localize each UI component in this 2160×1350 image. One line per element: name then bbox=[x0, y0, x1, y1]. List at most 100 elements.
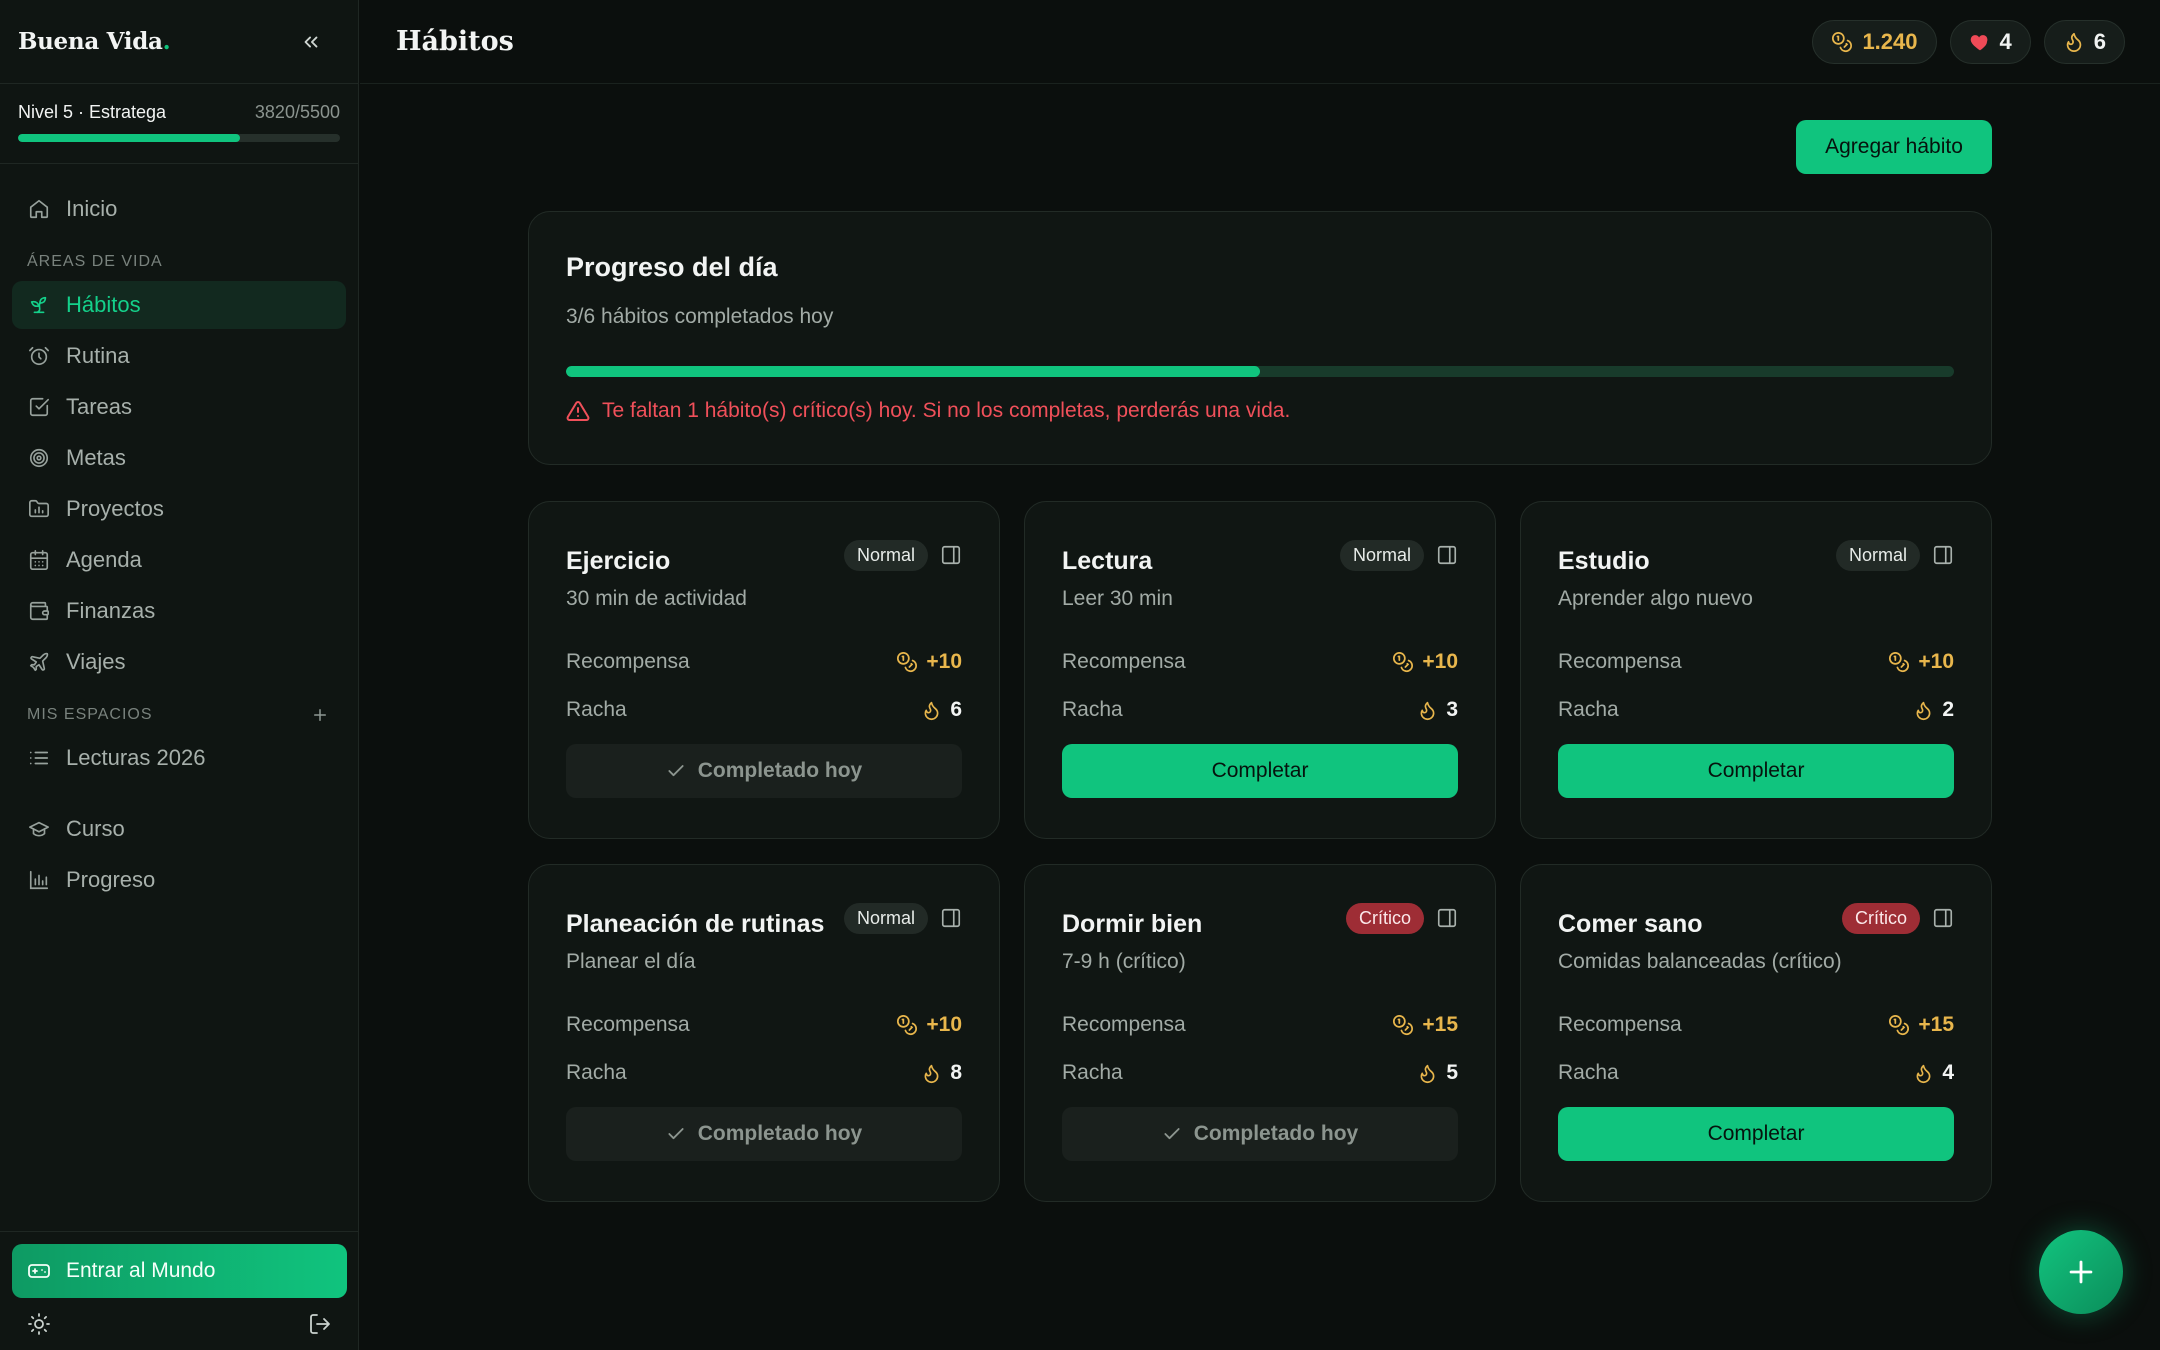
streak-label: Racha bbox=[566, 698, 627, 721]
add-habit-button[interactable]: Agregar hábito bbox=[1796, 120, 1992, 174]
progress-title: Progreso del día bbox=[566, 252, 778, 282]
plus-icon bbox=[2069, 1260, 2093, 1284]
habit-reward-row: Recompensa +10 bbox=[566, 648, 962, 676]
logout-button[interactable] bbox=[308, 1312, 332, 1336]
reward-value: +10 bbox=[926, 1013, 962, 1036]
hearts-stat[interactable]: 4 bbox=[1949, 19, 2031, 64]
sidebar-item-viajes[interactable]: Viajes bbox=[12, 638, 346, 686]
complete-habit-button[interactable]: Completar bbox=[1558, 1107, 1954, 1161]
completed-today-label: Completado hoy bbox=[1193, 1122, 1359, 1145]
sidebar-item-proyectos[interactable]: Proyectos bbox=[12, 485, 346, 533]
graduation-cap-icon bbox=[27, 817, 51, 841]
open-detail-button[interactable] bbox=[940, 544, 962, 566]
folder-chart-icon bbox=[27, 497, 51, 521]
open-detail-button[interactable] bbox=[940, 907, 962, 929]
critical-warning: Te faltan 1 hábito(s) crítico(s) hoy. Si… bbox=[566, 399, 1954, 423]
daily-progress-fill bbox=[566, 366, 1260, 377]
sidebar-item-lecturas-2026[interactable]: Lecturas 2026 bbox=[12, 734, 346, 782]
section-label-text: MIS ESPACIOS bbox=[27, 706, 153, 723]
brand-dot: . bbox=[162, 28, 171, 55]
section-areas-label: ÁREAS DE VIDA bbox=[0, 243, 358, 281]
sidebar-bottom-icons bbox=[12, 1298, 347, 1338]
sidebar-item-inicio[interactable]: Inicio bbox=[12, 185, 346, 233]
coins-icon bbox=[1393, 1014, 1414, 1036]
chevrons-left-icon bbox=[304, 36, 318, 47]
list-icon bbox=[27, 746, 51, 770]
habit-name: Dormir bien bbox=[1062, 909, 1203, 938]
open-detail-button[interactable] bbox=[1436, 907, 1458, 929]
habit-card: Dormir bien Crítico 7-9 h (crítico) Reco… bbox=[1024, 864, 1496, 1202]
panel-icon bbox=[941, 908, 961, 928]
habit-streak-row: Racha 2 bbox=[1558, 696, 1954, 724]
sidebar-item-curso[interactable]: Curso bbox=[12, 805, 346, 853]
logout-icon bbox=[310, 1314, 330, 1334]
streak-value: 2 bbox=[1942, 698, 1954, 721]
check-icon bbox=[668, 765, 684, 777]
reward-value: +10 bbox=[926, 650, 962, 673]
daily-progress-card: Progreso del día 3/6 hábitos completados… bbox=[528, 211, 1992, 465]
gamepad-icon bbox=[28, 1264, 50, 1278]
normal-badge: Normal bbox=[1835, 539, 1920, 571]
coins-stat[interactable]: 1.240 bbox=[1812, 19, 1937, 64]
checkbox-icon bbox=[27, 395, 51, 419]
enter-world-label: Entrar al Mundo bbox=[66, 1259, 216, 1282]
habit-streak-row: Racha 8 bbox=[566, 1059, 962, 1087]
theme-toggle-button[interactable] bbox=[27, 1312, 51, 1336]
streak-value: 4 bbox=[1942, 1061, 1954, 1084]
heart-icon bbox=[1970, 34, 1987, 50]
habit-card: Planeación de rutinas Normal Planear el … bbox=[528, 864, 1000, 1202]
completed-today-label: Completado hoy bbox=[697, 759, 863, 782]
sidebar-item-label: Curso bbox=[66, 816, 125, 841]
normal-badge: Normal bbox=[1339, 539, 1424, 571]
sidebar-item-agenda[interactable]: Agenda bbox=[12, 536, 346, 584]
flame-icon bbox=[1420, 701, 1435, 720]
sidebar-item-tareas[interactable]: Tareas bbox=[12, 383, 346, 431]
critical-badge: Crítico bbox=[1345, 902, 1424, 934]
calendar-icon bbox=[27, 548, 51, 572]
panel-icon bbox=[1933, 908, 1953, 928]
streak-value: 8 bbox=[950, 1061, 962, 1084]
flame-icon bbox=[924, 701, 939, 720]
open-detail-button[interactable] bbox=[1932, 907, 1954, 929]
enter-world-button[interactable]: Entrar al Mundo bbox=[12, 1244, 347, 1298]
streak-label: Racha bbox=[1558, 1061, 1619, 1084]
completed-today-label: Completado hoy bbox=[697, 1122, 863, 1145]
habit-description: Comidas balanceadas (crítico) bbox=[1558, 950, 1842, 973]
sidebar-item-habitos[interactable]: Hábitos bbox=[12, 281, 346, 329]
reward-value: +10 bbox=[1422, 650, 1458, 673]
complete-label: Completar bbox=[1211, 759, 1309, 782]
plane-icon bbox=[27, 650, 51, 674]
sidebar-item-metas[interactable]: Metas bbox=[12, 434, 346, 482]
open-detail-button[interactable] bbox=[1932, 544, 1954, 566]
sidebar-item-finanzas[interactable]: Finanzas bbox=[12, 587, 346, 635]
sidebar-item-progreso[interactable]: Progreso bbox=[12, 856, 346, 904]
open-detail-button[interactable] bbox=[1436, 544, 1458, 566]
sidebar: Buena Vida. Nivel 5 · Estratega 3820/550… bbox=[0, 0, 359, 1350]
streak-label: Racha bbox=[566, 1061, 627, 1084]
flame-icon bbox=[1916, 1064, 1931, 1083]
add-space-button[interactable] bbox=[311, 706, 329, 724]
collapse-sidebar-button[interactable] bbox=[294, 25, 328, 59]
panel-icon bbox=[1437, 908, 1457, 928]
complete-label: Completar bbox=[1707, 759, 1805, 782]
normal-badge: Normal bbox=[843, 902, 928, 934]
sidebar-item-label: Hábitos bbox=[66, 292, 141, 317]
complete-habit-button[interactable]: Completar bbox=[1558, 744, 1954, 798]
streak-stat[interactable]: 6 bbox=[2043, 19, 2125, 64]
habit-name: Estudio bbox=[1558, 546, 1650, 575]
fab-add-button[interactable] bbox=[2039, 1230, 2123, 1314]
sidebar-item-rutina[interactable]: Rutina bbox=[12, 332, 346, 380]
streak-value: 3 bbox=[1446, 698, 1458, 721]
streak-label: Racha bbox=[1062, 698, 1123, 721]
hearts-value: 4 bbox=[1999, 28, 2012, 54]
habit-name: Ejercicio bbox=[566, 546, 671, 575]
sidebar-item-label: Finanzas bbox=[66, 598, 156, 623]
complete-habit-button[interactable]: Completar bbox=[1062, 744, 1458, 798]
habit-grid: Ejercicio Normal 30 min de actividad Rec… bbox=[528, 501, 1992, 1202]
streak-label: Racha bbox=[1062, 1061, 1123, 1084]
brand-logo[interactable]: Buena Vida. bbox=[18, 28, 171, 55]
panel-icon bbox=[941, 545, 961, 565]
panel-icon bbox=[1437, 545, 1457, 565]
coins-icon bbox=[1832, 31, 1853, 52]
habit-name: Comer sano bbox=[1558, 909, 1703, 938]
